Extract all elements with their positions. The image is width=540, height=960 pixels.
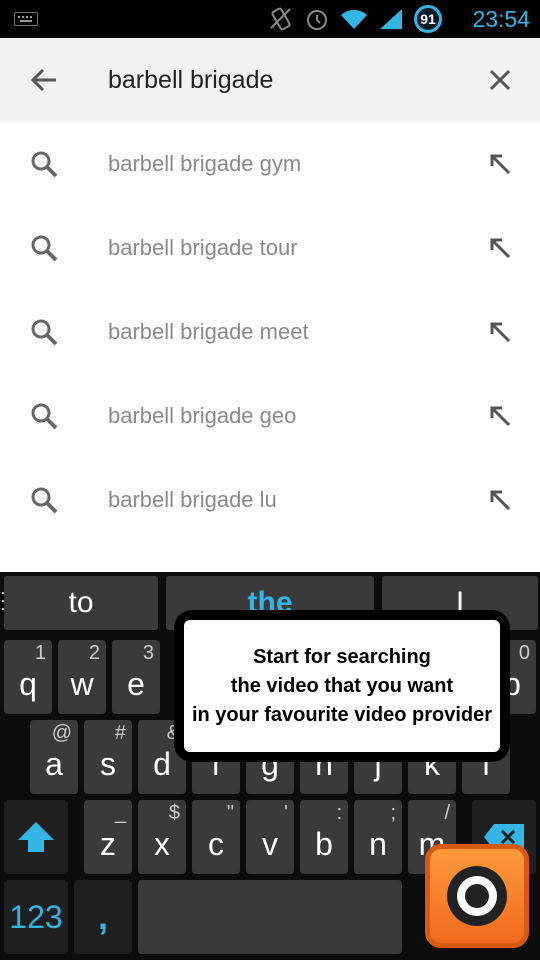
fill-query-button[interactable]	[480, 312, 520, 352]
suggestion-item[interactable]: barbell brigade geo	[0, 374, 540, 458]
status-bar: 91 23:54	[0, 0, 540, 38]
fill-query-button[interactable]	[480, 396, 520, 436]
key-a[interactable]: @ a	[30, 720, 78, 794]
key-w[interactable]: 2w	[58, 640, 106, 714]
fill-query-button[interactable]	[480, 228, 520, 268]
shift-key[interactable]	[4, 800, 68, 874]
clock: 23:54	[472, 6, 530, 32]
vibrate-icon	[270, 7, 291, 31]
close-icon	[489, 69, 511, 91]
search-icon	[24, 396, 64, 436]
tooltip-line: Start for searching	[253, 645, 431, 668]
clear-button[interactable]	[480, 60, 520, 100]
search-input[interactable]	[108, 60, 478, 100]
key-b[interactable]: :b	[300, 800, 348, 874]
suggestion-text: barbell brigade lu	[108, 487, 277, 512]
suggestion-list: barbell brigade gym barbell brigade tour…	[0, 122, 540, 542]
key-n[interactable]: ; n	[354, 800, 402, 874]
wifi-icon	[341, 9, 367, 29]
search-icon	[24, 312, 64, 352]
fill-query-button[interactable]	[480, 144, 520, 184]
arrow-up-left-icon	[490, 490, 511, 511]
suggestion-text: barbell brigade geo	[108, 403, 297, 428]
comma-key[interactable]: ,	[74, 880, 132, 954]
signal-icon	[380, 9, 402, 29]
key-q[interactable]: 1q	[4, 640, 52, 714]
fill-query-button[interactable]	[480, 480, 520, 520]
app-logo-button[interactable]	[425, 844, 529, 948]
suggestion-item[interactable]: barbell brigade tour	[0, 206, 540, 290]
key-s[interactable]: # s	[84, 720, 132, 794]
search-bar	[0, 38, 540, 122]
arrow-up-left-icon	[490, 406, 511, 427]
status-icons: 91	[268, 5, 442, 33]
key-e[interactable]: 3e	[112, 640, 160, 714]
tooltip-line: the video that you want	[230, 674, 454, 697]
tooltip-bubble: Start for searching the video that you w…	[174, 610, 510, 762]
back-button[interactable]	[24, 60, 64, 100]
alarm-icon	[307, 10, 327, 30]
search-icon	[24, 480, 64, 520]
arrow-up-left-icon	[490, 322, 511, 343]
suggestion-text: barbell brigade meet	[108, 319, 309, 344]
arrow-up-left-icon	[490, 154, 511, 175]
tooltip-line: in your favourite video provider	[191, 703, 493, 726]
key-c[interactable]: " c	[192, 800, 240, 874]
key-z[interactable]: _ z	[84, 800, 132, 874]
spacebar[interactable]	[138, 880, 402, 954]
suggestion-text: barbell brigade tour	[108, 235, 298, 260]
keyboard-notification-icon	[14, 12, 38, 26]
suggestion-item[interactable]: barbell brigade meet	[0, 290, 540, 374]
suggestion-item[interactable]: barbell brigade gym	[0, 122, 540, 206]
arrow-up-left-icon	[490, 238, 511, 259]
search-icon	[24, 228, 64, 268]
tooltip-content: Start for searching the video that you w…	[184, 620, 500, 752]
shift-arrow-icon	[18, 822, 54, 852]
key-v[interactable]: ' v	[246, 800, 294, 874]
search-icon	[24, 144, 64, 184]
numbers-key[interactable]: 123	[4, 880, 68, 954]
candidate-word[interactable]: to	[4, 576, 158, 630]
suggestion-text: barbell brigade gym	[108, 151, 302, 176]
suggestion-item[interactable]: barbell brigade lu	[0, 458, 540, 542]
battery-indicator: 91	[414, 5, 442, 33]
arrow-back-icon	[30, 68, 56, 92]
key-x[interactable]: $ x	[138, 800, 186, 874]
